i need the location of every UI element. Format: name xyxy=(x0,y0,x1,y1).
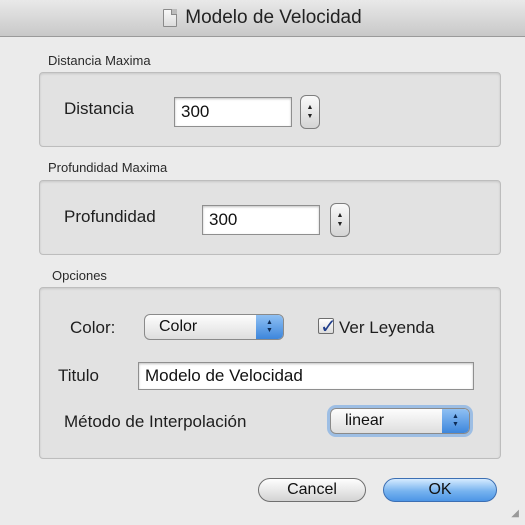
depth-stepper[interactable]: ▲ ▼ xyxy=(330,203,350,237)
document-icon xyxy=(163,9,178,27)
title-input[interactable] xyxy=(138,362,474,390)
select-arrows-icon: ▲ ▼ xyxy=(256,315,283,339)
section-label-distance: Distancia Maxima xyxy=(48,53,151,68)
stepper-down-icon[interactable]: ▼ xyxy=(337,220,344,229)
color-select[interactable]: Color ▲ ▼ xyxy=(144,314,284,340)
stepper-up-icon[interactable]: ▲ xyxy=(337,211,344,220)
stepper-down-icon[interactable]: ▼ xyxy=(307,112,314,121)
section-label-depth: Profundidad Maxima xyxy=(48,160,168,175)
depth-input[interactable] xyxy=(202,205,320,235)
distance-stepper[interactable]: ▲ ▼ xyxy=(300,95,320,129)
ok-button[interactable]: OK xyxy=(383,478,497,502)
title-bar[interactable]: Modelo de Velocidad xyxy=(0,0,525,37)
legend-checkbox[interactable]: ✓ xyxy=(318,316,337,338)
distance-group: Distancia ▲ ▼ xyxy=(39,72,501,147)
window-title: Modelo de Velocidad xyxy=(185,7,362,28)
section-label-options: Opciones xyxy=(52,268,107,283)
resize-grip-icon[interactable]: ◢ xyxy=(511,508,519,519)
title-label: Titulo xyxy=(58,366,99,385)
distance-input[interactable] xyxy=(174,97,292,127)
cancel-button[interactable]: Cancel xyxy=(258,478,366,502)
distance-label: Distancia xyxy=(64,99,134,118)
interpolation-label: Método de Interpolación xyxy=(64,412,247,431)
depth-label: Profundidad xyxy=(64,207,156,226)
select-arrows-icon: ▲ ▼ xyxy=(442,409,469,433)
dialog-window: Modelo de Velocidad Distancia Maxima Dis… xyxy=(0,0,525,525)
checkmark-icon: ✓ xyxy=(320,316,337,338)
depth-group: Profundidad ▲ ▼ xyxy=(39,180,501,255)
interpolation-select-value: linear xyxy=(345,412,385,429)
color-label: Color: xyxy=(70,318,116,337)
options-group: Color: Color ▲▼ ✓ Ver Leyenda Titulo Mét… xyxy=(39,287,501,459)
stepper-up-icon[interactable]: ▲ xyxy=(307,103,314,112)
legend-label[interactable]: Ver Leyenda xyxy=(339,318,434,338)
color-select-value: Color xyxy=(159,318,198,335)
interpolation-select[interactable]: linear ▲ ▼ xyxy=(330,408,470,434)
